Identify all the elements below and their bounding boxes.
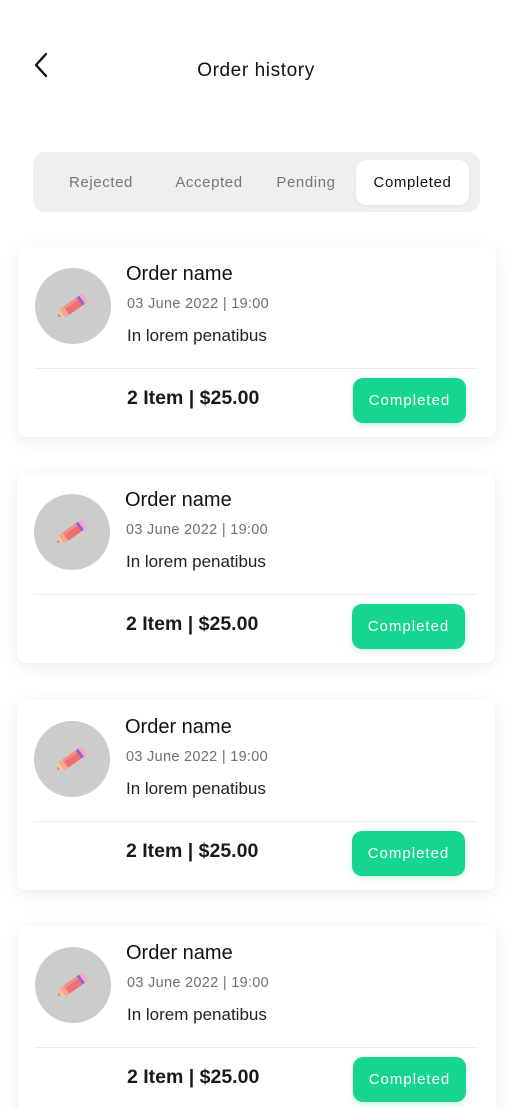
order-history-screen: Order history Rejected Accepted Pending … <box>0 0 512 1108</box>
order-name: Order name <box>126 942 233 964</box>
order-date: 03 June 2022 | 19:00 <box>126 749 268 765</box>
order-card[interactable]: Order name 03 June 2022 | 19:00 In lorem… <box>17 700 495 890</box>
order-total: 2 Item | $25.00 <box>127 1066 260 1088</box>
order-description: In lorem penatibus <box>127 1005 267 1024</box>
completed-status-button[interactable]: Completed <box>353 1057 466 1102</box>
pencil-icon <box>57 746 87 771</box>
order-avatar <box>35 268 111 344</box>
completed-status-button[interactable]: Completed <box>352 831 465 876</box>
order-avatar <box>34 494 110 570</box>
order-avatar <box>35 947 111 1023</box>
divider <box>34 594 477 595</box>
order-total: 2 Item | $25.00 <box>126 840 259 862</box>
divider <box>35 368 478 369</box>
pencil-icon <box>57 519 87 544</box>
tab-pending[interactable]: Pending <box>265 160 347 205</box>
order-card[interactable]: Order name 03 June 2022 | 19:00 In lorem… <box>17 473 495 663</box>
divider <box>34 821 477 822</box>
order-date: 03 June 2022 | 19:00 <box>127 296 269 312</box>
order-name: Order name <box>125 489 232 511</box>
order-name: Order name <box>126 263 233 285</box>
order-card[interactable]: Order name 03 June 2022 | 19:00 In lorem… <box>18 926 496 1108</box>
tab-rejected[interactable]: Rejected <box>53 160 149 205</box>
tab-accepted[interactable]: Accepted <box>157 160 261 205</box>
order-name: Order name <box>125 716 232 738</box>
order-card[interactable]: Order name 03 June 2022 | 19:00 In lorem… <box>18 247 496 437</box>
order-total: 2 Item | $25.00 <box>127 387 260 409</box>
pencil-icon <box>58 293 88 318</box>
tab-completed[interactable]: Completed <box>356 160 469 205</box>
pencil-icon <box>58 972 88 997</box>
completed-status-button[interactable]: Completed <box>353 378 466 423</box>
order-date: 03 June 2022 | 19:00 <box>127 975 269 991</box>
order-date: 03 June 2022 | 19:00 <box>126 522 268 538</box>
page-title: Order history <box>197 60 315 81</box>
order-avatar <box>34 721 110 797</box>
order-description: In lorem penatibus <box>127 326 267 345</box>
order-total: 2 Item | $25.00 <box>126 613 259 635</box>
status-tabs: Rejected Accepted Pending Completed <box>33 152 480 212</box>
order-description: In lorem penatibus <box>126 779 266 798</box>
divider <box>35 1047 478 1048</box>
order-description: In lorem penatibus <box>126 552 266 571</box>
completed-status-button[interactable]: Completed <box>352 604 465 649</box>
